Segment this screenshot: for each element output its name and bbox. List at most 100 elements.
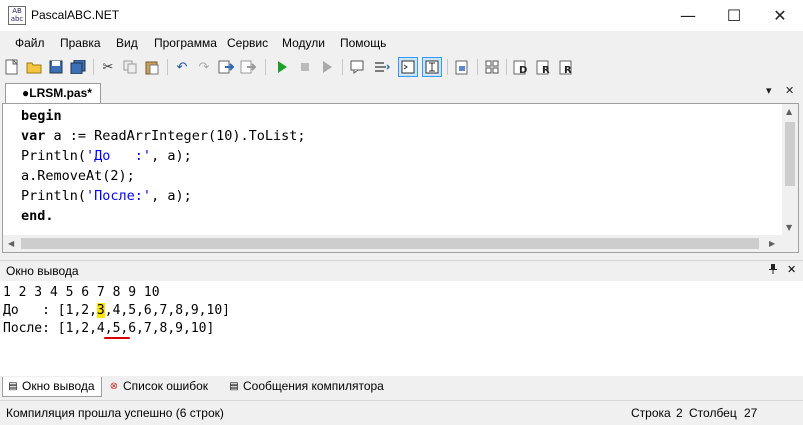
svg-text:R: R <box>564 65 572 75</box>
scrollbar-thumb[interactable] <box>785 122 795 186</box>
output-line: До : [1,2,3,4,5,6,7,8,9,10] <box>3 302 230 320</box>
code-token: a := ReadArrInteger( <box>45 128 217 144</box>
svg-text:R: R <box>542 65 550 75</box>
scroll-up-arrow-icon[interactable]: ▲ <box>786 107 792 116</box>
editor-tab-row: ●LRSM.pas* ▾ ✕ <box>0 80 803 103</box>
app-logo-icon: AB abc <box>8 6 26 25</box>
open-icon[interactable] <box>24 57 44 77</box>
output-window[interactable]: 1 2 3 4 5 6 7 8 9 10 До : [1,2,3,4,5,6,7… <box>0 281 803 376</box>
output-close-button[interactable]: ✕ <box>787 263 796 276</box>
editor-tab[interactable]: ●LRSM.pas* <box>5 83 101 103</box>
menu-edit[interactable]: Правка <box>60 36 101 50</box>
cut-icon[interactable]: ✂ <box>98 57 118 77</box>
menu-file[interactable]: Файл <box>15 36 45 50</box>
code-line[interactable]: end. <box>21 206 54 226</box>
undo-icon[interactable]: ↶ <box>172 57 192 77</box>
tab-output[interactable]: ▤ Окно вывода <box>2 377 102 397</box>
output-text: ,4,5,6,7,8,9,10] <box>104 303 230 318</box>
save-icon[interactable] <box>46 57 66 77</box>
toolbar-separator <box>265 59 266 75</box>
code-token: 2 <box>110 168 119 184</box>
compiler-messages-icon: ▤ <box>229 381 239 392</box>
code-token: , a); <box>151 148 192 164</box>
new-file-icon[interactable] <box>2 57 22 77</box>
scrollbar-corner <box>782 235 798 252</box>
window-title: PascalABC.NET <box>31 8 120 22</box>
output-text: До : [1,2, <box>3 303 97 318</box>
code-token: 10 <box>216 128 233 144</box>
maximize-button[interactable]: ☐ <box>711 0 757 31</box>
code-token: ); <box>118 168 135 184</box>
replace-icon[interactable] <box>238 57 258 77</box>
code-line[interactable]: var a := ReadArrInteger(10).ToList; <box>21 126 306 146</box>
module-r-icon[interactable]: R <box>534 57 554 77</box>
module-d-icon[interactable]: D <box>511 57 531 77</box>
menu-program[interactable]: Программа <box>154 36 217 50</box>
run-icon[interactable] <box>272 57 292 77</box>
copy-icon[interactable] <box>120 57 140 77</box>
code-token: ).ToList; <box>232 128 306 144</box>
code-line[interactable]: begin <box>21 106 62 126</box>
menu-bar: Файл Правка Вид Программа Сервис Модули … <box>0 32 803 54</box>
output-text: После: [1,2,4,5,6,7,8,9,10] <box>3 321 215 336</box>
save-all-icon[interactable] <box>68 57 88 77</box>
paste-icon[interactable] <box>142 57 162 77</box>
highlighted-value: 3 <box>96 303 105 318</box>
menu-service[interactable]: Сервис <box>227 36 268 50</box>
toolbar-separator <box>447 59 448 75</box>
bottom-panel-tabs: ▤ Окно вывода ⊗ Список ошибок ▤ Сообщени… <box>0 377 803 398</box>
toolbar-separator <box>342 59 343 75</box>
minimize-button[interactable]: — <box>665 0 711 31</box>
tab-list-dropdown[interactable]: ▾ <box>766 84 772 97</box>
module-rr-icon[interactable]: R <box>557 57 577 77</box>
status-bar: Компиляция прошла успешно (6 строк) Стро… <box>0 400 803 425</box>
code-line[interactable]: Println('До :', a); <box>21 146 192 166</box>
output-window-icon[interactable] <box>398 57 418 77</box>
tab-compiler-messages-label: Сообщения компилятора <box>243 379 384 393</box>
code-editor[interactable]: begin var a := ReadArrInteger(10).ToList… <box>2 103 799 253</box>
code-token: end. <box>21 208 54 224</box>
find-icon[interactable] <box>216 57 236 77</box>
console-icon[interactable] <box>422 57 442 77</box>
code-token: var <box>21 128 46 144</box>
step-icon[interactable] <box>348 57 368 77</box>
editor-vertical-scrollbar[interactable]: ▲ ▼ <box>782 104 798 235</box>
toolbar-separator <box>477 59 478 75</box>
code-token: 'После:' <box>86 188 152 204</box>
output-line: 1 2 3 4 5 6 7 8 9 10 <box>3 284 160 302</box>
scroll-right-arrow-icon[interactable]: ▶ <box>769 239 775 248</box>
toolbar-separator <box>506 59 507 75</box>
output-panel-header: Окно вывода ✕ <box>0 260 803 281</box>
stop-icon[interactable] <box>295 57 315 77</box>
step-over-icon[interactable] <box>372 57 392 77</box>
tab-errors[interactable]: ⊗ Список ошибок <box>104 377 222 397</box>
menu-help[interactable]: Помощь <box>340 36 386 50</box>
editor-horizontal-scrollbar[interactable]: ◀ ▶ <box>3 235 783 252</box>
svg-text:D: D <box>519 65 527 75</box>
toolbar: ✂ ↶ ↷ D R R <box>0 55 803 79</box>
format-icon[interactable] <box>452 57 472 77</box>
collapse-icon[interactable] <box>482 57 502 77</box>
code-line[interactable]: Println('После:', a); <box>21 186 192 206</box>
pin-icon[interactable] <box>768 263 778 278</box>
tab-output-label: Окно вывода <box>22 379 95 393</box>
menu-modules[interactable]: Модули <box>282 36 325 50</box>
error-list-icon: ⊗ <box>109 381 119 392</box>
code-area[interactable]: begin var a := ReadArrInteger(10).ToList… <box>3 106 783 234</box>
code-token: , a); <box>151 188 192 204</box>
output-text: 1 2 3 4 5 6 7 8 9 10 <box>3 285 160 300</box>
menu-view[interactable]: Вид <box>116 36 138 50</box>
cursor-row-value: 2 <box>676 406 683 420</box>
code-token: Println( <box>21 188 87 204</box>
tab-close-button[interactable]: ✕ <box>785 84 794 97</box>
tab-errors-label: Список ошибок <box>123 379 209 393</box>
scroll-left-arrow-icon[interactable]: ◀ <box>8 239 14 248</box>
scroll-down-arrow-icon[interactable]: ▼ <box>786 223 792 232</box>
code-line[interactable]: a.RemoveAt(2); <box>21 166 135 186</box>
debug-icon[interactable] <box>317 57 337 77</box>
scrollbar-thumb[interactable] <box>21 238 759 249</box>
tab-compiler-messages[interactable]: ▤ Сообщения компилятора <box>224 377 396 397</box>
close-button[interactable]: ✕ <box>757 0 803 31</box>
redo-icon[interactable]: ↷ <box>194 57 214 77</box>
output-panel-title: Окно вывода <box>6 264 79 278</box>
